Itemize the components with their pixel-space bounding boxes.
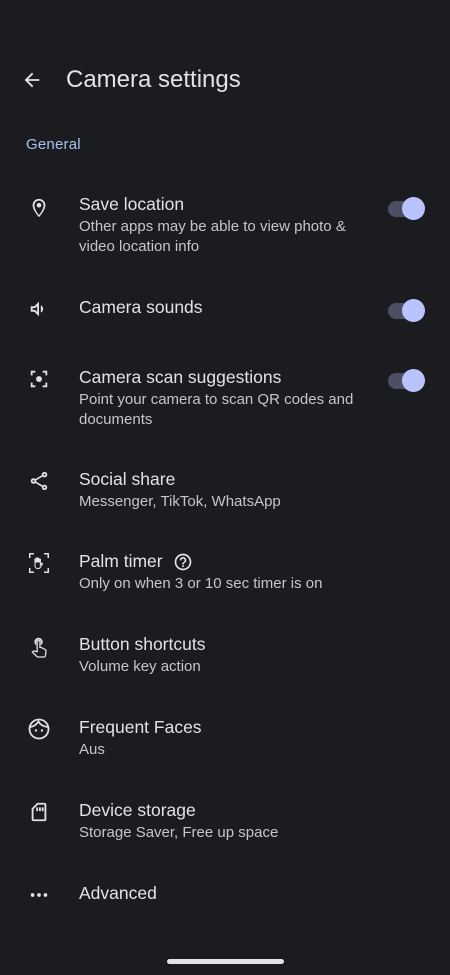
setting-social-share[interactable]: Social share Messenger, TikTok, WhatsApp	[0, 468, 450, 516]
setting-summary: Only on when 3 or 10 sec timer is on	[79, 575, 323, 592]
setting-summary: Storage Saver, Free up space	[79, 824, 279, 841]
setting-summary: Point your camera to scan QR codes and d…	[79, 391, 354, 428]
setting-title: Device storage	[79, 800, 196, 820]
toggle-thumb	[402, 369, 425, 392]
camera-scan-toggle[interactable]	[388, 369, 425, 392]
setting-advanced[interactable]: Advanced	[0, 882, 450, 908]
volume-icon	[26, 296, 52, 322]
section-header-general: General	[26, 136, 81, 153]
setting-palm-timer[interactable]: Palm timer Only on when 3 or 10 sec time…	[0, 550, 450, 598]
setting-title: Camera scan suggestions	[79, 367, 282, 387]
camera-sounds-toggle[interactable]	[388, 299, 425, 322]
location-pin-icon	[26, 195, 52, 221]
toggle-thumb	[402, 197, 425, 220]
setting-title: Frequent Faces	[79, 717, 202, 737]
setting-camera-sounds[interactable]: Camera sounds	[0, 296, 450, 326]
save-location-toggle[interactable]	[388, 197, 425, 220]
setting-summary: Aus	[79, 741, 105, 758]
arrow-back-icon	[21, 69, 43, 91]
setting-summary: Other apps may be able to view photo & v…	[79, 218, 346, 255]
setting-title: Palm timer	[79, 551, 163, 571]
face-icon	[26, 716, 52, 742]
setting-title: Advanced	[79, 883, 157, 903]
more-horiz-icon	[26, 882, 52, 908]
setting-title: Button shortcuts	[79, 634, 206, 654]
sd-card-icon	[26, 799, 52, 825]
palm-timer-title-row: Palm timer	[79, 550, 379, 573]
top-app-bar: Camera settings	[0, 48, 450, 112]
share-icon	[26, 468, 52, 494]
setting-save-location[interactable]: Save location Other apps may be able to …	[0, 193, 450, 265]
palm-icon	[26, 550, 52, 576]
gesture-navigation-handle[interactable]	[167, 959, 284, 964]
touch-icon	[26, 633, 52, 659]
setting-camera-scan-suggestions[interactable]: Camera scan suggestions Point your camer…	[0, 366, 450, 436]
setting-title: Social share	[79, 469, 176, 489]
setting-summary: Volume key action	[79, 658, 201, 675]
setting-button-shortcuts[interactable]: Button shortcuts Volume key action	[0, 633, 450, 681]
scan-icon	[26, 366, 52, 392]
help-icon[interactable]	[173, 552, 193, 572]
toggle-thumb	[402, 299, 425, 322]
setting-title: Camera sounds	[79, 297, 203, 317]
back-button[interactable]	[12, 60, 52, 100]
setting-title: Save location	[79, 194, 185, 214]
setting-frequent-faces[interactable]: Frequent Faces Aus	[0, 716, 450, 764]
setting-device-storage[interactable]: Device storage Storage Saver, Free up sp…	[0, 799, 450, 847]
camera-settings-screen: Camera settings General Save location Ot…	[0, 0, 450, 975]
page-title: Camera settings	[66, 66, 241, 93]
setting-summary: Messenger, TikTok, WhatsApp	[79, 493, 281, 510]
